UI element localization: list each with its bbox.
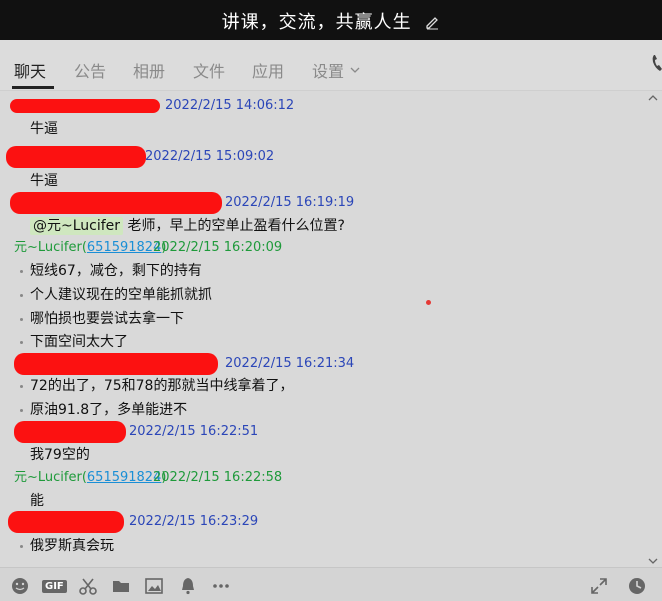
tab-settings-label: 设置 [312,62,345,81]
tab-settings[interactable]: 设置 [312,58,360,82]
message-text: 短线67，减仓，剩下的持有 [30,263,202,279]
message-text: 下面空间太大了 [30,334,128,350]
timestamp: 2022/2/15 16:19:19 [225,195,355,210]
message-text: 能 [30,493,44,509]
redacted-name [14,421,126,443]
title-bar: 讲课，交流，共赢人生 [0,0,662,40]
message-header: 元~Lucifer(651591824) 2022/2/15 16:20:09 [0,239,648,257]
message-text: 我79空的 [30,447,90,463]
bell-icon[interactable] [178,576,198,596]
timestamp: 2022/2/15 16:22:58 [153,470,283,485]
timestamp: 2022/2/15 16:20:09 [153,240,283,255]
chat-area[interactable]: 2022/2/15 14:06:12 牛逼 2022/2/15 15:09:02… [0,91,648,567]
tab-announcement[interactable]: 公告 [74,58,106,82]
timestamp: 2022/2/15 14:06:12 [165,98,295,113]
timestamp: 2022/2/15 16:21:34 [225,356,355,371]
message-header: 元~Lucifer(651591824) 2022/2/15 16:22:58 [0,469,648,487]
window-title-wrap: 讲课，交流，共赢人生 [0,8,662,34]
message-text-body: 老师，早上的空单止盈看什么位置? [127,218,345,234]
message-header: 2022/2/15 16:22:51 [0,421,648,443]
timestamp: 2022/2/15 16:22:51 [129,424,259,439]
scissors-icon[interactable] [78,576,98,596]
redacted-name [10,99,160,113]
more-icon[interactable] [211,576,231,596]
history-clock-icon[interactable] [627,576,647,596]
message-text: 原油91.8了，多单能进不 [30,402,188,418]
tab-apps[interactable]: 应用 [252,58,284,82]
cursor-dot [426,300,431,305]
tab-album[interactable]: 相册 [133,58,165,82]
folder-icon[interactable] [111,576,131,596]
message-text: 哪怕损也要尝试去拿一下 [30,311,184,327]
bullet [20,318,23,321]
tab-chat[interactable]: 聊天 [14,58,46,82]
sender-nick: 元~Lucifer( [14,470,87,485]
bullet [20,545,23,548]
chevron-down-icon [350,67,360,73]
message-text: @元~Lucifer 老师，早上的空单止盈看什么位置? [30,216,345,236]
timestamp: 2022/2/15 16:23:29 [129,514,259,529]
scroll-down-icon[interactable] [648,556,658,566]
emoji-icon[interactable] [10,576,30,596]
message-header: 2022/2/15 16:21:34 [0,353,648,375]
redacted-name [8,511,124,533]
message-header: 2022/2/15 16:19:19 [0,192,648,214]
bullet [20,294,23,297]
mention-tag[interactable]: @元~Lucifer [30,217,124,235]
message-text: 牛逼 [30,121,58,137]
message-text: 牛逼 [30,173,58,189]
sender-name[interactable]: 元~Lucifer(651591824) [14,469,166,487]
message-header: 2022/2/15 14:06:12 [0,97,648,115]
bullet [20,409,23,412]
redacted-name [6,146,146,168]
timestamp: 2022/2/15 15:09:02 [145,149,275,164]
active-tab-indicator [12,86,54,89]
bullet [20,270,23,273]
message-text: 俄罗斯真会玩 [30,538,114,554]
window-title: 讲课，交流，共赢人生 [221,12,412,33]
tab-bar: 聊天 公告 相册 文件 应用 设置 [0,40,662,91]
redacted-name [10,192,222,214]
redacted-name [14,353,218,375]
expand-icon[interactable] [589,576,609,596]
sender-name[interactable]: 元~Lucifer(651591824) [14,239,166,257]
tab-files[interactable]: 文件 [193,58,225,82]
message-header: 2022/2/15 15:09:02 [0,146,648,168]
phone-icon[interactable] [652,54,662,72]
sender-qq-link[interactable]: 651591824 [87,240,161,255]
sender-nick: 元~Lucifer( [14,240,87,255]
message-text: 72的出了，75和78的那就当中线拿着了， [30,378,294,394]
sender-qq-link[interactable]: 651591824 [87,470,161,485]
bullet [20,385,23,388]
gif-icon[interactable]: GIF [42,580,67,593]
edit-icon[interactable] [424,14,440,30]
message-header: 2022/2/15 16:23:29 [0,511,648,533]
input-toolbar: GIF [0,567,662,601]
bullet [20,341,23,344]
image-icon[interactable] [144,576,164,596]
scroll-up-icon[interactable] [648,93,658,103]
message-text: 个人建议现在的空单能抓就抓 [30,287,212,303]
